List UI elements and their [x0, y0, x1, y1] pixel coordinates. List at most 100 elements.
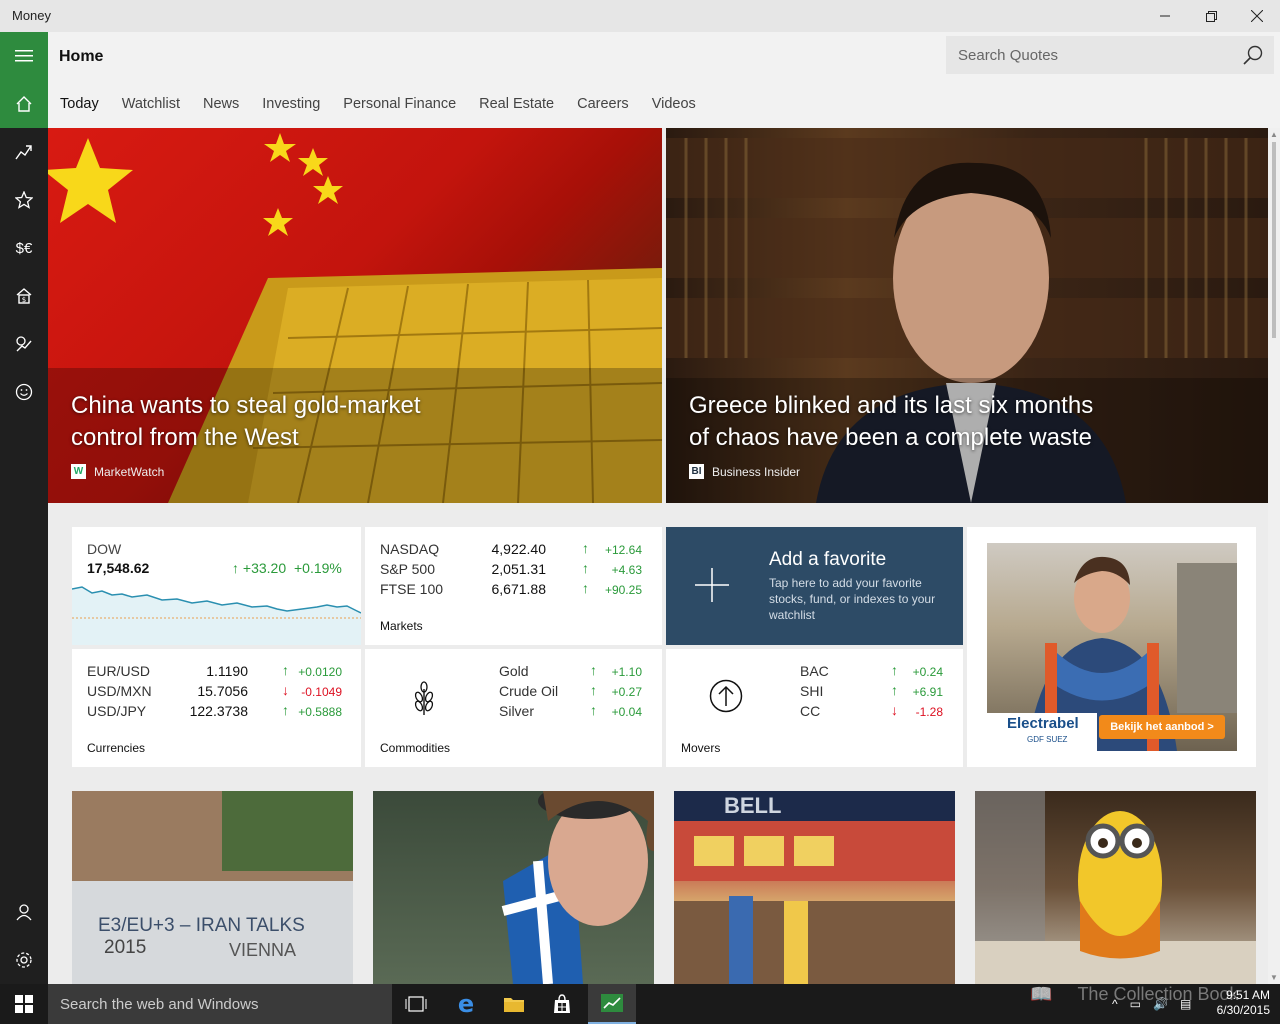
- currency-row-change: +0.5888: [298, 705, 342, 719]
- markets-tile[interactable]: NASDAQ 4,922.40 ↑ +12.64 S&P 500 2,051.31 ↑ +4.…: [365, 527, 662, 645]
- ad-cta-button[interactable]: Bekijk het aanbod >: [1099, 715, 1225, 739]
- up-arrow-icon: ↑: [891, 682, 898, 698]
- market-row-value: 2,051.31: [491, 561, 547, 577]
- commodity-row-name: Silver: [499, 703, 535, 719]
- money-app-button[interactable]: [588, 984, 636, 1024]
- hero-article-china-gold[interactable]: China wants to steal gold-market control…: [48, 128, 662, 503]
- header: Home Search Quotes Today Watchlist News …: [48, 32, 1280, 128]
- chart-trend-icon: [15, 145, 32, 160]
- commodity-row-name: Gold: [499, 663, 529, 679]
- real-estate-icon: $: [16, 288, 32, 304]
- news-card-iran-talks[interactable]: E3/EU+3 – IRAN TALKS 2015 VIENNA: [72, 791, 353, 984]
- up-arrow-icon: ↑: [582, 540, 589, 556]
- taskbar-search-input[interactable]: Search the web and Windows: [48, 984, 392, 1024]
- mover-row-name: SHI: [800, 683, 824, 699]
- tab-videos[interactable]: Videos: [652, 96, 696, 112]
- tab-today[interactable]: Today: [60, 96, 99, 112]
- up-circle-icon: [709, 679, 743, 713]
- currencies-tile[interactable]: EUR/USD 1.1190 ↑ +0.0120 USD/MXN 15.7056 ↓ -0.1…: [72, 649, 361, 767]
- clock[interactable]: 9:51 AM 6/30/2015: [1217, 988, 1270, 1018]
- market-row-name: FTSE 100: [380, 581, 444, 597]
- currency-row-value: 1.1190: [206, 663, 248, 679]
- hamburger-menu-button[interactable]: [0, 32, 48, 80]
- store-button[interactable]: [538, 984, 586, 1024]
- dow-change-pct: +0.19%: [294, 560, 342, 576]
- search-icon[interactable]: [1242, 44, 1264, 66]
- sidebar-item-personal-finance[interactable]: [0, 368, 48, 416]
- sidebar-item-account[interactable]: [0, 888, 48, 936]
- search-quotes-input[interactable]: Search Quotes: [946, 36, 1274, 74]
- close-button[interactable]: [1234, 0, 1280, 32]
- market-row-change: +4.63: [611, 563, 642, 577]
- system-tray: ^ ▭ 🔊 ▤: [1112, 997, 1191, 1011]
- task-view-icon: [405, 996, 427, 1012]
- minimize-button[interactable]: [1142, 0, 1188, 32]
- scroll-up-icon[interactable]: ▲: [1270, 130, 1278, 139]
- up-arrow-icon: ↑: [282, 702, 289, 718]
- up-arrow-icon: ↑: [282, 662, 289, 678]
- sidebar-item-currencies[interactable]: $€: [0, 224, 48, 272]
- edge-browser-button[interactable]: e: [442, 984, 490, 1024]
- currency-row-change: -0.1049: [301, 685, 342, 699]
- scrollbar-thumb[interactable]: [1272, 142, 1276, 338]
- sidebar-item-settings[interactable]: [0, 936, 48, 984]
- mover-row-name: CC: [800, 703, 821, 719]
- money-app-icon: [601, 994, 623, 1012]
- dow-tile[interactable]: DOW 17,548.62 ↑ +33.20 +0.19%: [72, 527, 361, 645]
- electrabel-sub: GDF SUEZ: [1027, 735, 1068, 744]
- sidebar-item-markets[interactable]: [0, 128, 48, 176]
- commodity-row-change: +0.04: [611, 705, 642, 719]
- currency-row-value: 15.7056: [197, 683, 248, 699]
- edge-icon: e: [457, 990, 475, 1018]
- news-card-minion-toy[interactable]: [975, 791, 1256, 984]
- main-content: China wants to steal gold-market control…: [48, 128, 1268, 984]
- scroll-down-icon[interactable]: ▼: [1270, 973, 1278, 982]
- commodities-tile[interactable]: Gold ↑ +1.10 Crude Oil ↑ +0.27 Silver ↑ +0.04 Co…: [365, 649, 662, 767]
- file-explorer-button[interactable]: [490, 984, 538, 1024]
- mover-row-change: +0.24: [912, 665, 943, 679]
- commodity-row-change: +1.10: [611, 665, 642, 679]
- electrabel-logo: Electrabel GDF SUEZ: [987, 713, 1097, 751]
- source-name: Business Insider: [712, 464, 801, 479]
- hero-article-greece[interactable]: Greece blinked and its last six months o…: [666, 128, 1268, 503]
- marketwatch-logo: W: [71, 464, 86, 479]
- market-row-value: 4,922.40: [491, 541, 547, 557]
- woman-flag-image: [501, 791, 654, 984]
- movers-label: Movers: [681, 741, 721, 755]
- user-icon: [16, 904, 32, 921]
- restore-button[interactable]: [1188, 0, 1234, 32]
- volume-icon[interactable]: 🔊: [1153, 997, 1168, 1011]
- business-insider-logo: BI: [689, 464, 704, 479]
- news-card-taco-bell[interactable]: BELL: [674, 791, 955, 984]
- tab-investing[interactable]: Investing: [262, 96, 320, 112]
- task-view-button[interactable]: [392, 984, 440, 1024]
- action-center-icon[interactable]: ▤: [1180, 997, 1191, 1011]
- tab-real-estate[interactable]: Real Estate: [479, 96, 554, 112]
- network-icon[interactable]: ▭: [1130, 997, 1141, 1011]
- tab-personal-finance[interactable]: Personal Finance: [343, 96, 456, 112]
- tab-careers[interactable]: Careers: [577, 96, 629, 112]
- tab-watchlist[interactable]: Watchlist: [122, 96, 180, 112]
- chevron-up-icon[interactable]: ^: [1112, 997, 1118, 1011]
- news-card-greece-protest[interactable]: [373, 791, 654, 984]
- movers-tile[interactable]: BAC ↑ +0.24 SHI ↑ +6.91 CC ↓ -1.28 Movers: [666, 649, 963, 767]
- minion-toy-image: [975, 791, 1256, 984]
- currency-row-name: USD/JPY: [87, 703, 147, 719]
- hero-headline: China wants to steal gold-market control…: [71, 392, 421, 451]
- vertical-scrollbar[interactable]: ▲ ▼: [1268, 128, 1280, 984]
- wheat-icon: [414, 681, 434, 715]
- sidebar: $€ $: [0, 32, 48, 984]
- advertisement-tile[interactable]: Electrabel GDF SUEZ Bekijk het aanbod >: [967, 527, 1256, 767]
- sidebar-item-real-estate[interactable]: $: [0, 272, 48, 320]
- markets-label: Markets: [380, 619, 423, 633]
- tab-news[interactable]: News: [203, 96, 239, 112]
- sidebar-item-watchlist[interactable]: [0, 176, 48, 224]
- up-arrow-icon: ↑: [582, 560, 589, 576]
- windows-logo-icon: [15, 995, 33, 1013]
- home-icon: [16, 96, 32, 112]
- add-favorite-tile[interactable]: Add a favorite Tap here to add your favo…: [666, 527, 963, 645]
- sidebar-item-home[interactable]: [0, 80, 48, 128]
- sidebar-item-investing[interactable]: [0, 320, 48, 368]
- folder-icon: [504, 998, 524, 1012]
- start-button[interactable]: [0, 984, 48, 1024]
